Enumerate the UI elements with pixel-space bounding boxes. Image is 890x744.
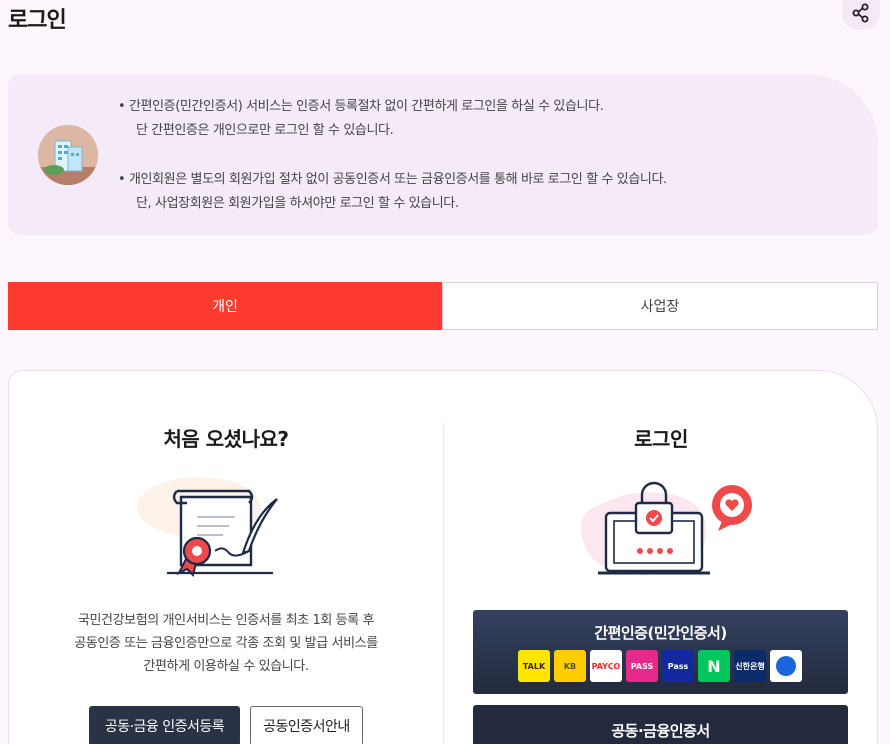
simple-auth-label: 간편인증(민간인증서) bbox=[594, 624, 727, 642]
notice-line: • 개인회원은 별도의 회원가입 절차 없이 공동인증서 또는 금융인증서를 통… bbox=[118, 172, 667, 187]
share-icon bbox=[851, 3, 871, 27]
description-line: 공동인증 또는 금융인증만으로 각종 조회 및 발급 서비스를 bbox=[74, 636, 378, 651]
joint-certificate-button[interactable]: 공동·금융인증서 bbox=[473, 705, 848, 744]
first-visit-description: 국민건강보험의 개인서비스는 인증서를 최초 1회 등록 후 공동인증 또는 금… bbox=[9, 609, 443, 678]
notice-line: 단 간편인증은 개인으로만 로그인 할 수 있습니다. bbox=[136, 123, 394, 138]
description-line: 간편하게 이용하실 수 있습니다. bbox=[143, 659, 309, 674]
column-divider bbox=[443, 423, 444, 744]
certificate-scroll-icon bbox=[129, 469, 289, 583]
simple-auth-button[interactable]: 간편인증(민간인증서) TALK KB PAYCO PASS Pass N 신한은행 bbox=[473, 610, 848, 694]
naver-icon[interactable]: N bbox=[698, 650, 730, 682]
certificate-guide-button[interactable]: 공동인증서안내 bbox=[250, 706, 363, 744]
kakao-talk-icon[interactable]: TALK bbox=[518, 650, 550, 682]
login-title: 로그인 bbox=[634, 427, 688, 451]
provider-icons: TALK KB PAYCO PASS Pass N 신한은행 bbox=[518, 650, 802, 682]
laptop-lock-icon bbox=[574, 473, 754, 587]
shinhan-icon[interactable]: 신한은행 bbox=[734, 650, 766, 682]
notice-box: • 간편인증(민간인증서) 서비스는 인증서 등록절차 없이 간편하게 로그인을… bbox=[8, 74, 878, 235]
samsung-pass-icon[interactable]: Pass bbox=[662, 650, 694, 682]
notice-line: • 간편인증(민간인증서) 서비스는 인증서 등록절차 없이 간편하게 로그인을… bbox=[118, 99, 604, 114]
description-line: 국민건강보험의 개인서비스는 인증서를 최초 1회 등록 후 bbox=[77, 613, 375, 628]
tab-business[interactable]: 사업장 bbox=[442, 282, 878, 330]
first-visit-title: 처음 오셨나요? bbox=[163, 427, 289, 451]
payco-icon[interactable]: PAYCO bbox=[590, 650, 622, 682]
tab-individual[interactable]: 개인 bbox=[8, 282, 442, 330]
page-title: 로그인 bbox=[8, 8, 67, 33]
building-icon bbox=[38, 125, 98, 185]
login-type-tabs: 개인 사업장 bbox=[8, 282, 878, 330]
share-button[interactable] bbox=[842, 0, 880, 30]
notice-line: 단, 사업장회원은 회원가입을 하셔야만 로그인 할 수 있습니다. bbox=[136, 196, 459, 211]
login-panel: 처음 오셨나요? 국민건강보험의 개인서비스는 인증서를 최초 1회 등록 후 … bbox=[8, 370, 878, 744]
kb-icon[interactable]: KB bbox=[554, 650, 586, 682]
toss-icon[interactable] bbox=[770, 650, 802, 682]
register-certificate-button[interactable]: 공동·금융 인증서등록 bbox=[89, 706, 240, 744]
pass-icon[interactable]: PASS bbox=[626, 650, 658, 682]
